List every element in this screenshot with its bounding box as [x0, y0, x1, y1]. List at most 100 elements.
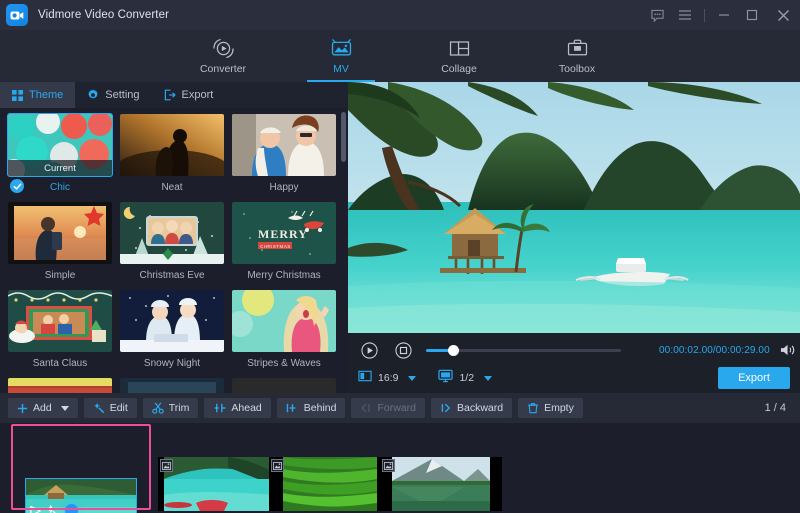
theme-thumbnail[interactable]	[8, 378, 112, 393]
export-icon	[164, 89, 176, 101]
progress-handle[interactable]	[448, 345, 459, 356]
timeline-clip-3[interactable]	[269, 457, 391, 511]
behind-button[interactable]: Behind	[277, 398, 346, 418]
theme-thumbnail[interactable]: Current	[8, 114, 112, 176]
title-bar: Vidmore Video Converter	[0, 0, 800, 30]
volume-icon[interactable]	[780, 343, 796, 357]
chevron-down-icon[interactable]	[484, 376, 492, 381]
theme-thumbnail[interactable]	[232, 290, 336, 352]
forward-button[interactable]: Forward	[351, 398, 425, 418]
theme-item-snowy-night[interactable]: Snowy Night	[120, 290, 224, 374]
image-badge-icon	[271, 459, 284, 472]
theme-item-partial-3[interactable]	[232, 378, 336, 393]
quality-value: 1/2	[459, 372, 474, 384]
theme-item-santa-claus[interactable]: Santa Claus	[8, 290, 112, 374]
chevron-down-icon[interactable]	[61, 406, 69, 411]
timeline-clip-1[interactable]	[26, 479, 136, 513]
svg-text:MERRY: MERRY	[258, 227, 308, 241]
timeline-clip-4[interactable]	[380, 457, 502, 511]
magic-wand-icon[interactable]	[47, 505, 60, 513]
backward-button-label: Backward	[457, 402, 503, 414]
theme-item-chic[interactable]: Current Chic	[8, 114, 112, 198]
editing-toolbar: Add Edit Trim Ahead Behind	[0, 393, 800, 423]
theme-item-stripes-waves[interactable]: Stripes & Waves	[232, 290, 336, 374]
empty-button[interactable]: Empty	[518, 398, 583, 418]
page-indicator: 1 / 4	[765, 402, 786, 414]
nav-label-mv: MV	[333, 63, 349, 75]
theme-item-happy[interactable]: Happy	[232, 114, 336, 198]
theme-item-simple[interactable]: Simple	[8, 202, 112, 286]
nav-item-collage[interactable]: Collage	[419, 30, 499, 82]
theme-label: Santa Claus	[33, 358, 87, 369]
window-controls	[643, 0, 800, 30]
empty-button-label: Empty	[544, 402, 574, 414]
nav-item-converter[interactable]: Converter	[183, 30, 263, 82]
theme-item-neat[interactable]: Neat	[120, 114, 224, 198]
theme-label: Merry Christmas	[247, 270, 320, 281]
magic-wand-icon	[93, 402, 105, 414]
quality-selector[interactable]: 1/2	[438, 369, 492, 388]
nav-item-mv[interactable]: MV	[301, 30, 381, 82]
ahead-button[interactable]: Ahead	[204, 398, 270, 418]
theme-label-row: Stripes & Waves	[232, 352, 336, 374]
image-badge-icon	[382, 459, 395, 472]
timeline-clip-2[interactable]	[158, 457, 280, 511]
app-window: Vidmore Video Converter	[0, 0, 800, 513]
nav-item-toolbox[interactable]: Toolbox	[537, 30, 617, 82]
timecode-display: 00:00:02.00/00:00:29.00	[659, 345, 770, 356]
feedback-icon[interactable]	[643, 0, 671, 30]
mv-icon	[331, 38, 352, 60]
progress-slider[interactable]	[426, 349, 621, 352]
chevron-down-icon[interactable]	[408, 376, 416, 381]
add-button[interactable]: Add	[8, 398, 78, 418]
theme-item-merry-christmas[interactable]: MERRY CHRISTMAS Merry Christmas	[232, 202, 336, 286]
theme-row-partial	[8, 378, 338, 393]
tab-export[interactable]: Export	[152, 82, 226, 108]
tab-label-setting: Setting	[105, 89, 139, 101]
backward-button[interactable]: Backward	[431, 398, 512, 418]
forward-button-label: Forward	[377, 402, 416, 414]
theme-label-row: Simple	[8, 264, 112, 286]
converter-icon	[213, 38, 234, 60]
theme-label: Simple	[45, 270, 76, 281]
aspect-ratio-selector[interactable]: 16:9	[358, 369, 416, 388]
edit-button[interactable]: Edit	[84, 398, 137, 418]
theme-scrollbar[interactable]	[341, 112, 346, 162]
theme-thumbnail[interactable]	[120, 114, 224, 176]
maximize-icon[interactable]	[738, 0, 766, 30]
theme-item-christmas-eve[interactable]: Christmas Eve	[120, 202, 224, 286]
video-preview[interactable]	[348, 82, 800, 333]
timeline-panel: 00:10	[0, 423, 800, 513]
tab-label-theme: Theme	[29, 89, 63, 101]
theme-label-row: Neat	[120, 176, 224, 198]
theme-thumbnail[interactable]	[120, 378, 224, 393]
tab-setting[interactable]: Setting	[75, 82, 151, 108]
theme-thumbnail[interactable]	[232, 378, 336, 393]
theme-thumbnail[interactable]	[8, 202, 112, 264]
trim-button[interactable]: Trim	[143, 398, 199, 418]
minimize-icon[interactable]	[710, 0, 738, 30]
edit-button-label: Edit	[110, 402, 128, 414]
duration-badge[interactable]	[65, 504, 78, 513]
theme-item-partial-2[interactable]	[120, 378, 224, 393]
theme-item-partial-1[interactable]	[8, 378, 112, 393]
menu-icon[interactable]	[671, 0, 699, 30]
theme-label: Snowy Night	[144, 358, 200, 369]
theme-thumbnail[interactable]	[120, 202, 224, 264]
theme-thumbnail[interactable]	[120, 290, 224, 352]
player-options-row: 16:9 1/2 Export	[348, 364, 800, 392]
clip-action-icons	[29, 504, 78, 513]
close-icon[interactable]	[766, 0, 800, 30]
theme-thumbnail[interactable]	[232, 114, 336, 176]
play-icon[interactable]	[29, 505, 42, 513]
nav-label-converter: Converter	[200, 63, 246, 75]
theme-thumbnail[interactable]: MERRY CHRISTMAS	[232, 202, 336, 264]
theme-thumbnail[interactable]	[8, 290, 112, 352]
play-button[interactable]	[356, 337, 382, 363]
export-button[interactable]: Export	[718, 367, 790, 389]
collage-icon	[449, 38, 470, 60]
nav-label-collage: Collage	[441, 63, 477, 75]
stop-button[interactable]	[390, 337, 416, 363]
nav-label-toolbox: Toolbox	[559, 63, 595, 75]
tab-theme[interactable]: Theme	[0, 82, 75, 108]
